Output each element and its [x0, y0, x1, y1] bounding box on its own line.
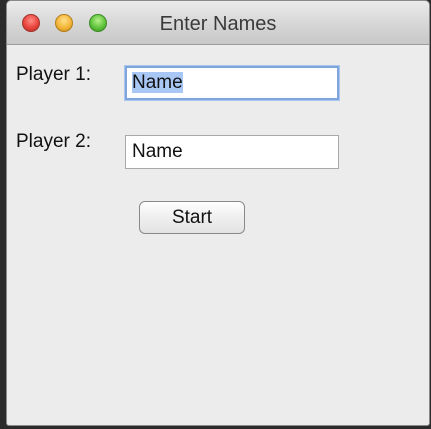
player-1-label: Player 1: — [16, 64, 91, 85]
player-1-name-value: Name — [132, 72, 183, 93]
player-2-label: Player 2: — [16, 131, 91, 152]
title-bar[interactable]: Enter Names — [7, 1, 429, 45]
player-1-name-input[interactable]: Name — [125, 66, 339, 100]
enter-names-window: Enter Names Player 1: Name Player 2: Nam… — [6, 0, 430, 426]
player-2-name-value: Name — [132, 141, 183, 162]
start-button[interactable]: Start — [139, 201, 245, 234]
player-2-name-input[interactable]: Name — [125, 135, 339, 169]
window-title: Enter Names — [159, 13, 277, 35]
